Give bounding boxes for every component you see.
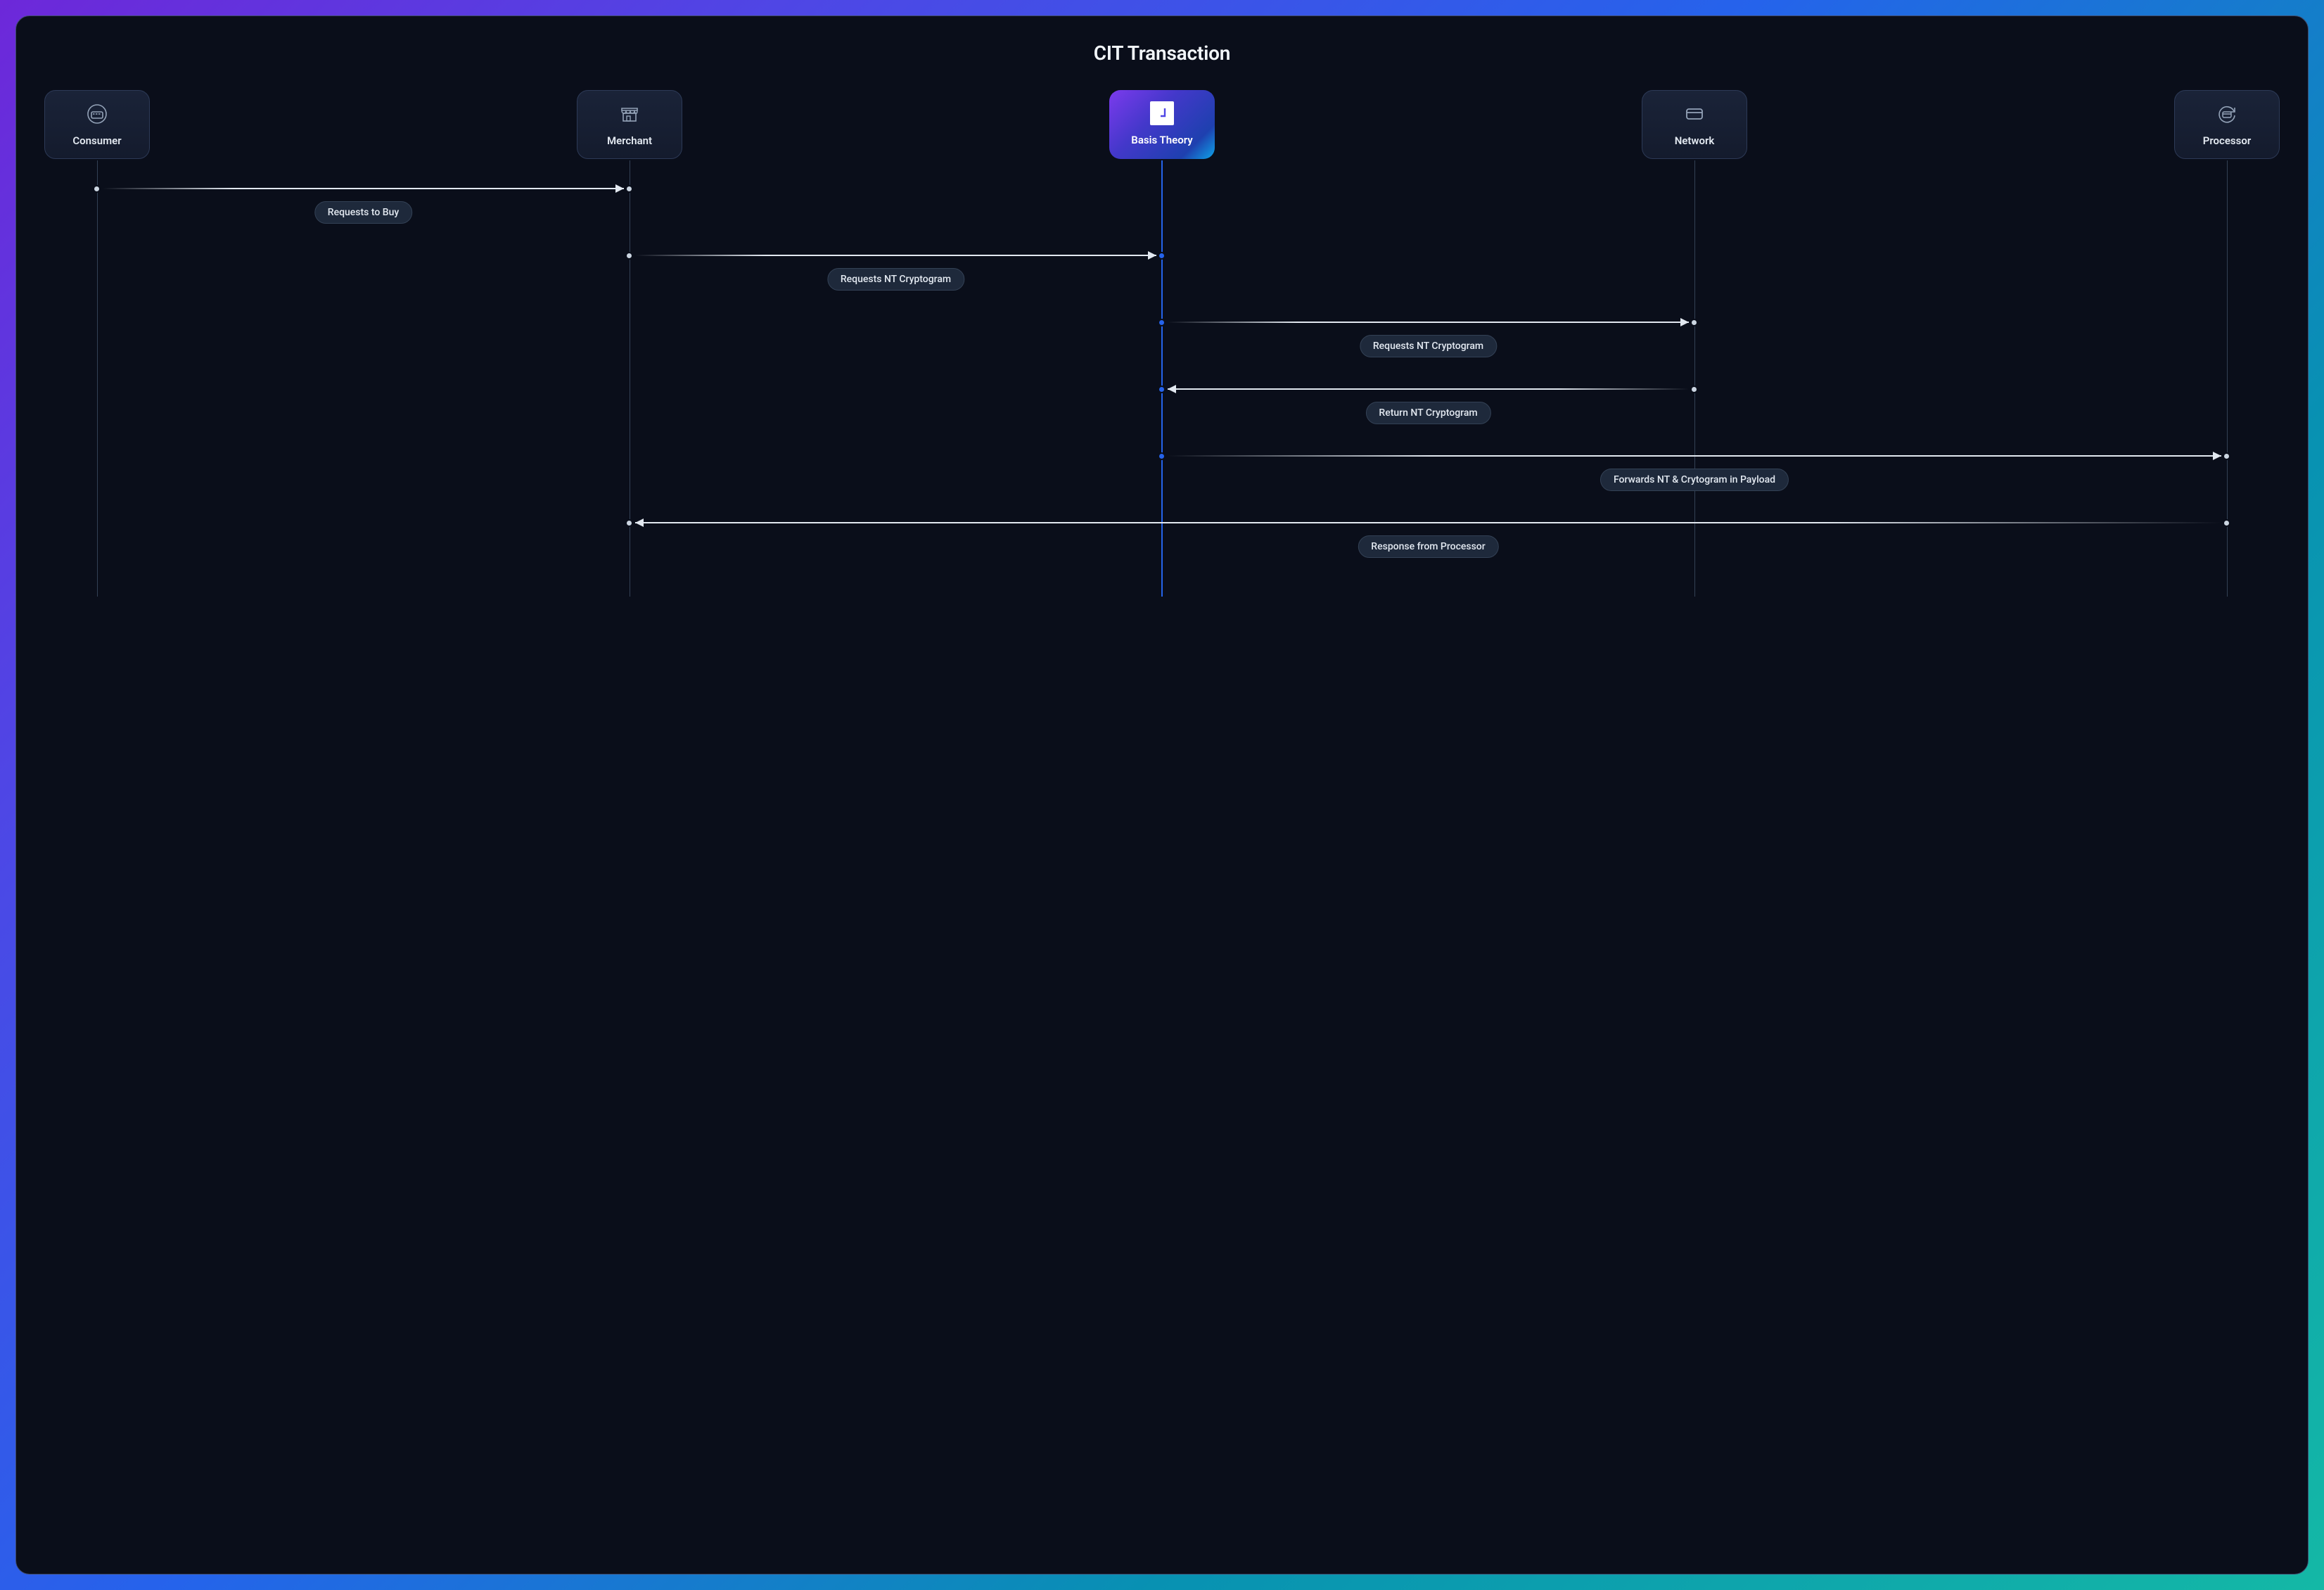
message-label: Requests to Buy — [314, 201, 412, 224]
actor-label: Processor — [2203, 134, 2252, 147]
actor-network: Network — [1642, 90, 1747, 159]
arrow-head-icon — [2213, 452, 2221, 460]
source-dot — [1158, 452, 1166, 460]
actor-processor: Processor — [2174, 90, 2280, 159]
message-layer: Requests to Buy Requests NT Cryptogram Req… — [44, 160, 2280, 597]
source-dot — [1158, 319, 1166, 326]
dest-dot — [625, 185, 633, 193]
actor-label: Merchant — [607, 134, 652, 147]
arrow-line — [1168, 322, 1689, 323]
diagram-title: CIT Transaction — [44, 42, 2280, 65]
card-reader-icon — [82, 102, 113, 126]
message-4: Forwards NT & Crytogram in Payload — [44, 456, 2280, 505]
arrow-head-icon — [1148, 251, 1156, 260]
diagram-panel: CIT Transaction Consumer Merchant Basis … — [15, 15, 2309, 1575]
sequence-diagram: Consumer Merchant Basis Theory Network P… — [44, 90, 2280, 597]
dest-dot — [625, 519, 633, 527]
message-label: Return NT Cryptogram — [1365, 402, 1490, 424]
message-label: Requests NT Cryptogram — [827, 268, 964, 291]
source-dot — [93, 185, 101, 193]
actor-consumer: Consumer — [44, 90, 150, 159]
actor-label: Network — [1675, 134, 1715, 147]
credit-card-icon — [1679, 102, 1710, 126]
arrow-line — [1168, 388, 1689, 390]
message-label: Forwards NT & Crytogram in Payload — [1600, 469, 1789, 491]
actor-basistheory: Basis Theory — [1109, 90, 1215, 159]
arrow-head-icon — [635, 519, 644, 527]
dest-dot — [2223, 452, 2230, 460]
message-1: Requests NT Cryptogram — [44, 255, 2280, 305]
basis-theory-icon — [1150, 101, 1174, 125]
source-dot — [1690, 386, 1698, 393]
arrow-line — [635, 522, 2221, 523]
arrow-line — [103, 188, 624, 189]
message-label: Response from Processor — [1358, 535, 1498, 558]
arrow-line — [1168, 455, 2221, 457]
message-2: Requests NT Cryptogram — [44, 322, 2280, 371]
source-dot — [2223, 519, 2230, 527]
message-5: Response from Processor — [44, 523, 2280, 572]
actors-row: Consumer Merchant Basis Theory Network P… — [44, 90, 2280, 159]
message-label: Requests NT Cryptogram — [1360, 335, 1497, 357]
message-0: Requests to Buy — [44, 189, 2280, 238]
dest-dot — [1158, 386, 1166, 393]
actor-label: Consumer — [72, 134, 121, 147]
source-dot — [625, 252, 633, 260]
actor-label: Basis Theory — [1131, 134, 1192, 146]
message-3: Return NT Cryptogram — [44, 389, 2280, 438]
arrow-head-icon — [615, 184, 624, 193]
arrow-line — [635, 255, 1156, 256]
dest-dot — [1690, 319, 1698, 326]
actor-merchant: Merchant — [577, 90, 682, 159]
arrow-head-icon — [1680, 318, 1689, 326]
refresh-card-icon — [2211, 102, 2242, 126]
arrow-head-icon — [1168, 385, 1176, 393]
storefront-icon — [614, 102, 645, 126]
dest-dot — [1158, 252, 1166, 260]
